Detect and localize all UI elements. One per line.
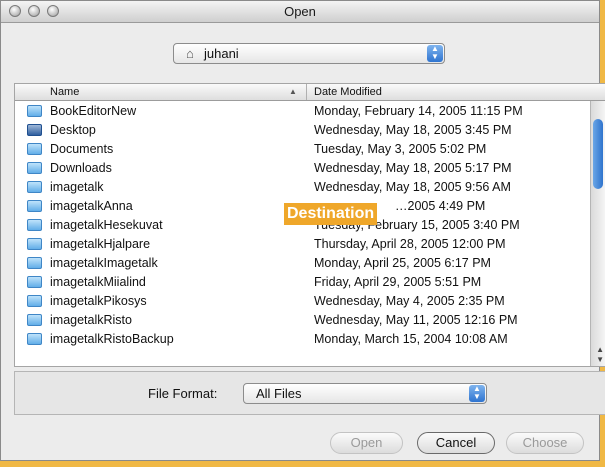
folder-icon	[27, 257, 42, 269]
file-date: Wednesday, May 18, 2005 5:17 PM	[314, 161, 512, 175]
file-name: Downloads	[50, 161, 112, 175]
file-name: imagetalkAnna	[50, 199, 133, 213]
file-name: imagetalkMiialind	[50, 275, 146, 289]
file-row[interactable]: imagetalkMiialind Friday, April 29, 2005…	[15, 273, 605, 292]
desktop-folder-icon	[27, 124, 42, 136]
folder-icon	[27, 238, 42, 250]
folder-icon	[27, 162, 42, 174]
file-date: Monday, April 25, 2005 6:17 PM	[314, 256, 491, 270]
folder-icon	[27, 181, 42, 193]
home-icon: ⌂	[186, 46, 194, 61]
open-button[interactable]: Open	[330, 432, 403, 454]
file-date: Monday, February 14, 2005 11:15 PM	[314, 104, 523, 118]
column-date-header[interactable]: Date Modified	[314, 86, 382, 98]
folder-icon	[27, 314, 42, 326]
cancel-button[interactable]: Cancel	[417, 432, 495, 454]
folder-icon	[27, 219, 42, 231]
file-name: Desktop	[50, 123, 96, 137]
file-date: Wednesday, May 18, 2005 3:45 PM	[314, 123, 512, 137]
location-label: juhani	[204, 46, 239, 61]
choose-button[interactable]: Choose	[506, 432, 584, 454]
file-row[interactable]: Desktop Wednesday, May 18, 2005 3:45 PM	[15, 121, 605, 140]
folder-icon	[27, 200, 42, 212]
file-name: BookEditorNew	[50, 104, 137, 118]
folder-icon	[27, 333, 42, 345]
title-bar: Open	[1, 1, 599, 23]
file-row[interactable]: BookEditorNew Monday, February 14, 2005 …	[15, 102, 605, 121]
location-popup[interactable]: ⌂ juhani ▲ ▼	[173, 43, 445, 64]
scroll-thumb[interactable]	[593, 119, 603, 189]
file-row[interactable]: imagetalkRistoBackup Monday, March 15, 2…	[15, 330, 605, 349]
file-name: imagetalkRistoBackup	[50, 332, 174, 346]
vertical-scrollbar[interactable]: ▲ ▼	[590, 101, 605, 366]
file-row[interactable]: imagetalkHjalpare Thursday, April 28, 20…	[15, 235, 605, 254]
column-name-header[interactable]: Name	[50, 86, 79, 98]
file-name: Documents	[50, 142, 114, 156]
file-browser[interactable]: Name ▲ Date Modified BookEditorNew Monda…	[14, 83, 605, 367]
folder-icon	[27, 295, 42, 307]
file-name: imagetalkHjalpare	[50, 237, 151, 251]
folder-icon	[27, 105, 42, 117]
file-row[interactable]: Downloads Wednesday, May 18, 2005 5:17 P…	[15, 159, 605, 178]
file-name: imagetalkPikosys	[50, 294, 147, 308]
scroll-up-arrow-icon[interactable]: ▲	[596, 345, 604, 354]
file-row[interactable]: imagetalkRisto Wednesday, May 11, 2005 1…	[15, 311, 605, 330]
scroll-down-arrow-icon[interactable]: ▼	[596, 355, 604, 364]
file-format-select[interactable]: All Files ▲ ▼	[243, 383, 487, 404]
file-date: Tuesday, May 3, 2005 5:02 PM	[314, 142, 487, 156]
file-date: Wednesday, May 4, 2005 2:35 PM	[314, 294, 505, 308]
documents-folder-icon	[27, 143, 42, 155]
file-name: imagetalkImagetalk	[50, 256, 158, 270]
popup-stepper-icon: ▲ ▼	[469, 385, 485, 402]
file-row[interactable]: imagetalkPikosys Wednesday, May 4, 2005 …	[15, 292, 605, 311]
column-divider[interactable]	[306, 84, 307, 100]
file-date: …2005 4:49 PM	[395, 199, 486, 213]
file-date: Wednesday, May 11, 2005 12:16 PM	[314, 313, 518, 327]
window-title: Open	[284, 4, 316, 19]
file-list: BookEditorNew Monday, February 14, 2005 …	[15, 102, 605, 349]
sort-ascending-icon: ▲	[289, 87, 297, 96]
destination-badge: Destination	[284, 203, 378, 225]
file-date: Friday, April 29, 2005 5:51 PM	[314, 275, 482, 289]
file-date: Wednesday, May 18, 2005 9:56 AM	[314, 180, 511, 194]
file-row[interactable]: imagetalkImagetalk Monday, April 25, 200…	[15, 254, 605, 273]
file-format-bar: File Format: All Files ▲ ▼	[14, 371, 605, 415]
file-format-label: File Format:	[148, 386, 218, 401]
folder-icon	[27, 276, 42, 288]
file-name: imagetalk	[50, 180, 104, 194]
file-row[interactable]: Documents Tuesday, May 3, 2005 5:02 PM	[15, 140, 605, 159]
file-row[interactable]: imagetalk Wednesday, May 18, 2005 9:56 A…	[15, 178, 605, 197]
file-name: imagetalkHesekuvat	[50, 218, 163, 232]
popup-stepper-icon: ▲ ▼	[427, 45, 443, 62]
file-name: imagetalkRisto	[50, 313, 132, 327]
file-format-value: All Files	[256, 386, 302, 401]
column-header: Name ▲ Date Modified	[15, 84, 605, 101]
file-date: Thursday, April 28, 2005 12:00 PM	[314, 237, 506, 251]
file-date: Monday, March 15, 2004 10:08 AM	[314, 332, 508, 346]
